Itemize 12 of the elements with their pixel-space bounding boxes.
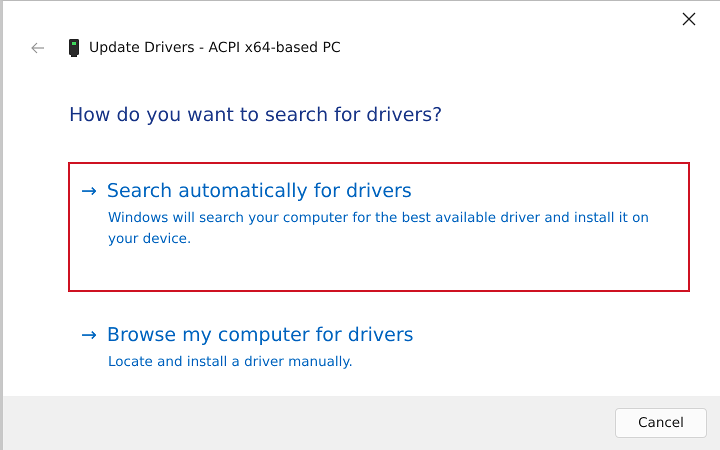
device-icon — [69, 39, 79, 57]
close-icon[interactable] — [682, 12, 696, 26]
arrow-glyph: → — [81, 324, 97, 346]
option-description: Locate and install a driver manually. — [108, 353, 354, 372]
option-link[interactable]: Browse my computer for drivers — [106, 324, 414, 346]
arrow-glyph: → — [81, 180, 97, 202]
heading: How do you want to search for drivers? — [69, 104, 444, 126]
window-title: Update Drivers - ACPI x64-based PC — [89, 40, 341, 56]
option-link[interactable]: Search automatically for drivers — [106, 180, 412, 202]
back-arrow-icon[interactable] — [31, 42, 45, 54]
option-description: Windows will search your computer for the best available driver and install it on your device. — [108, 209, 650, 249]
cancel-button[interactable]: Cancel — [615, 408, 707, 438]
